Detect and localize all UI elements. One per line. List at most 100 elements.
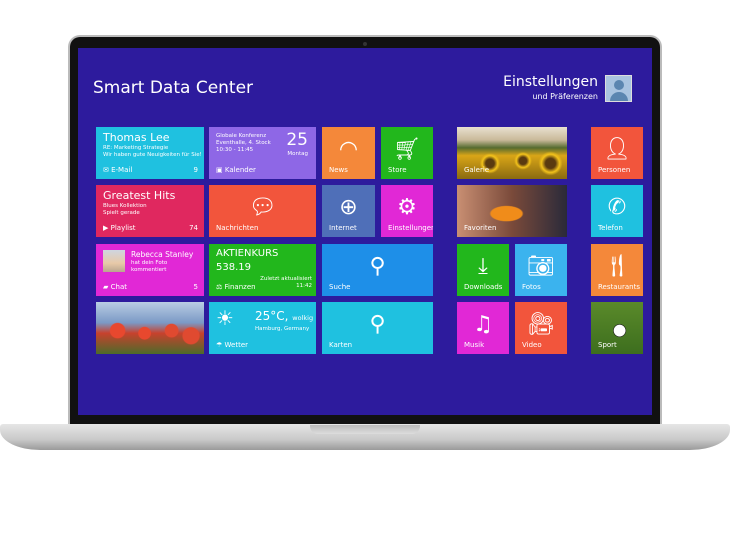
rss-icon: ◠ [338, 137, 359, 162]
user-name: Einstellungen [503, 74, 598, 90]
download-icon: ⤓ [478, 254, 488, 279]
tile-sport[interactable]: Sport [591, 302, 643, 354]
favorites-label: Favoriten [464, 224, 497, 232]
playlist-count: 74 [189, 224, 198, 232]
stock-value: 538.19 [216, 262, 251, 273]
phone-icon: ✆ [607, 195, 627, 220]
event-time: 10:30 - 11:45 [216, 147, 254, 153]
tile-mail[interactable]: Thomas Lee RE: Marketing Strategie Wir ha… [96, 127, 204, 179]
weather-condition: wolkig [292, 314, 314, 322]
music-note-icon: ♫ [473, 312, 493, 337]
weather-label: Wetter [224, 341, 249, 349]
tile-phone[interactable]: ✆ Telefon [591, 185, 643, 237]
news-label: News [329, 166, 348, 174]
tile-weather[interactable]: ☀ 25°C, wolkig Hamburg, Germany ☂ Wetter [209, 302, 316, 354]
downloads-label: Downloads [464, 283, 503, 291]
tile-downloads[interactable]: ⤓ Downloads [457, 244, 509, 296]
playlist-collection: Blues Kollektion [103, 203, 147, 209]
restaurants-label: Restaurants [598, 283, 640, 291]
chat-icon: ▰ [103, 283, 109, 291]
phone-label: Telefon [598, 224, 623, 232]
mail-icon: ✉ [103, 166, 109, 174]
fork-plate-knife-icon: 🍴︎ [603, 254, 631, 279]
map-pin-icon: ⚲ [369, 312, 386, 337]
mail-sender: Thomas Lee [103, 131, 170, 144]
tile-search[interactable]: ⚲ Suche [322, 244, 433, 296]
weather-temp: 25°C, [255, 309, 289, 323]
stock-updated: Zuletzt aktualisiert [260, 276, 312, 282]
tile-gallery[interactable]: Galerie [457, 127, 567, 179]
stock-label: Finanzen [224, 283, 256, 291]
tile-stock[interactable]: AKTIENKURS 538.19 Zuletzt aktualisiert 11… [209, 244, 316, 296]
tile-photos[interactable]: 📷︎ Fotos [515, 244, 567, 296]
stock-title: AKTIENKURS [216, 248, 279, 259]
music-label: Musik [464, 341, 485, 349]
calendar-icon: ▣ [216, 166, 223, 174]
mail-label: E-Mail [111, 166, 133, 174]
tile-favorites[interactable]: Favoriten [457, 185, 567, 237]
globe-icon: ⊕ [339, 195, 358, 220]
mail-preview: Wir haben gute Neuigkeiten für Sie! [103, 152, 202, 158]
gallery-label: Galerie [464, 166, 490, 174]
playlist-title: Greatest Hits [103, 189, 176, 202]
tile-restaurants[interactable]: 🍴︎ Restaurants [591, 244, 643, 296]
chat-count: 5 [193, 283, 198, 291]
calendar-label: Kalender [224, 166, 256, 174]
video-camera-icon: 🎥︎ [527, 312, 555, 337]
tile-video[interactable]: 🎥︎ Video [515, 302, 567, 354]
tile-people[interactable]: 👤︎ Personen [591, 127, 643, 179]
store-label: Store [388, 166, 407, 174]
tile-news[interactable]: ◠ News [322, 127, 375, 179]
sun-cloud-icon: ☀ [216, 306, 234, 330]
tile-settings[interactable]: ⚙ Einstellungen [381, 185, 433, 237]
app-title: Smart Data Center [93, 78, 254, 98]
tile-playlist[interactable]: Greatest Hits Blues Kollektion Spielt ger… [96, 185, 204, 237]
cart-icon: 🛒︎ [393, 137, 421, 162]
calendar-weekday: Montag [287, 151, 308, 157]
search-label: Suche [329, 283, 351, 291]
chat-line2: kommentiert [131, 267, 167, 273]
tile-messages[interactable]: 💬︎ Nachrichten [209, 185, 316, 237]
tile-music[interactable]: ♫ Musik [457, 302, 509, 354]
event-title: Globale Konferenz [216, 133, 267, 139]
settings-label: Einstellungen [388, 224, 433, 232]
play-icon: ▶ [103, 224, 109, 232]
mail-count: 9 [193, 166, 198, 174]
chat-name: Rebecca Stanley [131, 250, 194, 259]
stock-time: 11:42 [296, 283, 312, 289]
tile-chat[interactable]: Rebecca Stanley hat dein Foto kommentiert… [96, 244, 204, 296]
tile-store[interactable]: 🛒︎ Store [381, 127, 433, 179]
search-icon: ⚲ [369, 254, 386, 279]
tile-internet[interactable]: ⊕ Internet [322, 185, 375, 237]
tile-maps[interactable]: ⚲ Karten [322, 302, 433, 354]
user-settings[interactable]: Einstellungen und Präferenzen [503, 74, 598, 101]
camera [363, 42, 367, 46]
calendar-day: 25 [286, 130, 308, 150]
gears-icon: ⚙ [397, 195, 417, 220]
photos-label: Fotos [522, 283, 541, 291]
maps-label: Karten [329, 341, 353, 349]
chat-photo [103, 250, 125, 272]
camera-icon: 📷︎ [527, 254, 555, 279]
chat-line1: hat dein Foto [131, 260, 168, 266]
event-place: Eventhalle, 4. Stock [216, 140, 271, 146]
chat-label: Chat [110, 283, 127, 291]
weather-icon: ☂ [216, 341, 223, 349]
weather-location: Hamburg, Germany [255, 326, 310, 332]
people-label: Personen [598, 166, 631, 174]
internet-label: Internet [329, 224, 357, 232]
user-subtitle: und Präferenzen [532, 92, 598, 101]
playlist-status: Spielt gerade [103, 210, 140, 216]
tile-tulips-photo[interactable] [96, 302, 204, 354]
laptop-notch [310, 425, 420, 434]
tile-calendar[interactable]: Globale Konferenz Eventhalle, 4. Stock 10:… [209, 127, 316, 179]
speech-bubbles-icon: 💬︎ [248, 195, 277, 220]
sport-label: Sport [598, 341, 617, 349]
person-icon: 👤︎ [603, 137, 631, 162]
messages-label: Nachrichten [216, 224, 259, 232]
finance-icon: ⚖ [216, 283, 223, 291]
playlist-label: Playlist [110, 224, 136, 232]
mail-subject: RE: Marketing Strategie [103, 145, 169, 151]
video-label: Video [522, 341, 542, 349]
avatar[interactable] [605, 75, 632, 102]
